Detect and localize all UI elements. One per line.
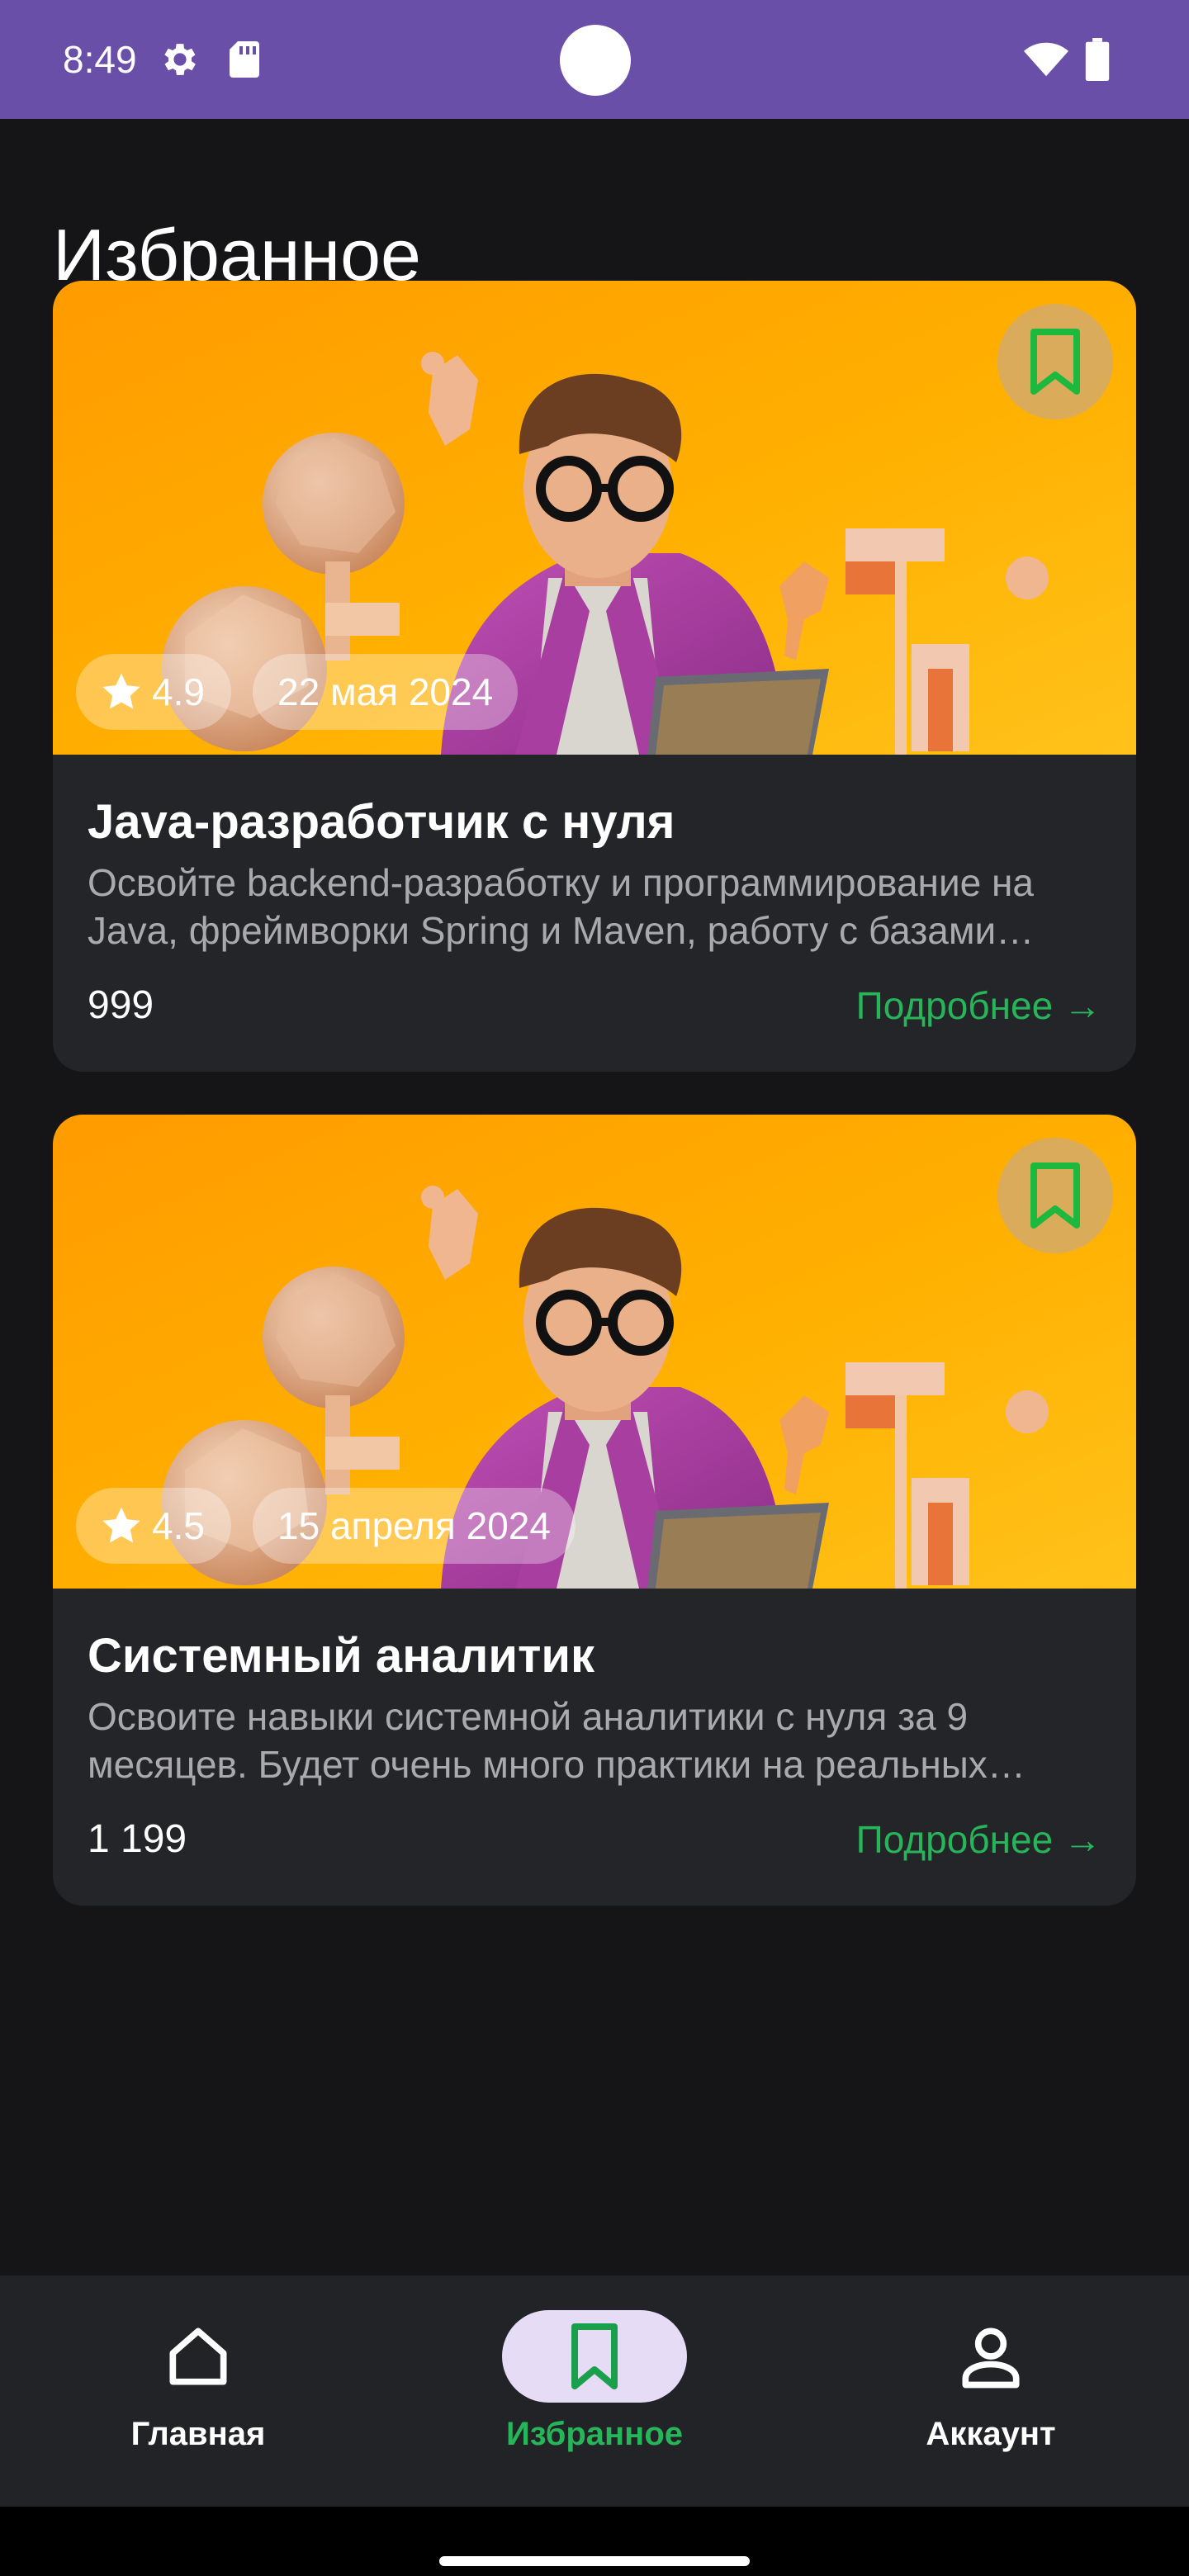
star-icon bbox=[102, 673, 140, 709]
nav-label-favorites: Избранное bbox=[505, 2416, 684, 2452]
bookmark-button[interactable] bbox=[997, 1138, 1113, 1253]
wifi-icon bbox=[1024, 42, 1068, 77]
details-link[interactable]: Подробнее → bbox=[856, 1813, 1101, 1866]
person-icon bbox=[962, 2327, 1020, 2389]
sd-card-icon bbox=[230, 41, 259, 78]
date-chip: 15 апреля 2024 bbox=[253, 1488, 576, 1564]
course-image: 4.5 15 апреля 2024 bbox=[53, 1115, 1136, 1589]
status-time: 8:49 bbox=[63, 38, 137, 81]
bookmark-icon bbox=[1022, 324, 1088, 399]
course-card[interactable]: 4.5 15 апреля 2024 Системный аналитик Ос… bbox=[53, 1115, 1136, 1906]
active-indicator bbox=[502, 2310, 687, 2403]
star-icon bbox=[102, 1507, 140, 1543]
nav-item-favorites[interactable]: Избранное bbox=[446, 2310, 743, 2475]
rating-value: 4.5 bbox=[152, 1504, 205, 1547]
camera-cutout bbox=[560, 25, 631, 96]
bookmark-icon bbox=[571, 2323, 618, 2389]
gear-icon bbox=[164, 44, 196, 75]
nav-item-home[interactable]: Главная bbox=[50, 2310, 347, 2475]
course-description: Освойте backend-разработку и программиро… bbox=[88, 861, 1035, 952]
bookmark-button[interactable] bbox=[997, 304, 1113, 419]
course-title: Java-разработчик с нуля bbox=[88, 795, 675, 849]
rating-chip: 4.9 bbox=[76, 654, 231, 730]
course-description: Освоите навыки системной аналитики с нул… bbox=[88, 1695, 988, 1786]
rating-value: 4.9 bbox=[152, 670, 205, 713]
gesture-handle[interactable] bbox=[439, 2556, 750, 2566]
course-price: 1 199 bbox=[88, 1817, 187, 1861]
status-bar: 8:49 bbox=[0, 0, 1189, 119]
rating-chip: 4.5 bbox=[76, 1488, 231, 1564]
course-card[interactable]: 4.9 22 мая 2024 Java-разработчик с нуля … bbox=[53, 281, 1136, 1072]
course-title: Системный аналитик bbox=[88, 1629, 595, 1683]
course-image: 4.9 22 мая 2024 bbox=[53, 281, 1136, 755]
nav-label-home: Главная bbox=[130, 2416, 266, 2452]
battery-icon bbox=[1085, 38, 1110, 81]
home-icon bbox=[169, 2327, 227, 2385]
details-link[interactable]: Подробнее → bbox=[856, 979, 1101, 1032]
bookmark-icon bbox=[1022, 1158, 1088, 1233]
nav-label-account: Аккаунт bbox=[926, 2416, 1056, 2452]
bottom-navigation: Главная Избранное Аккаунт bbox=[0, 2275, 1189, 2507]
date-value: 22 мая 2024 bbox=[277, 670, 494, 713]
course-price: 999 bbox=[88, 983, 154, 1027]
nav-item-account[interactable]: Аккаунт bbox=[842, 2310, 1139, 2475]
date-value: 15 апреля 2024 bbox=[277, 1504, 551, 1547]
date-chip: 22 мая 2024 bbox=[253, 654, 519, 730]
